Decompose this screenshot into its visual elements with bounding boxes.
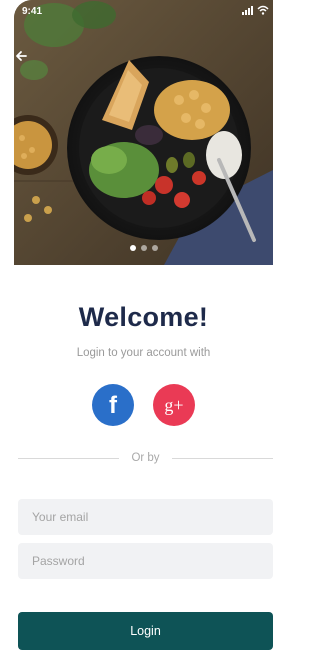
carousel-dot[interactable] [129, 245, 136, 251]
status-icons [242, 5, 269, 15]
food-photo [14, 0, 273, 265]
status-bar: 9:41 [14, 0, 273, 30]
hero-image: 9:41 [14, 0, 273, 265]
signal-icon [242, 6, 253, 15]
google-plus-login-button[interactable]: g+ [153, 384, 195, 426]
facebook-login-button[interactable]: f [92, 384, 134, 426]
page-subtitle: Login to your account with [76, 347, 211, 359]
password-field[interactable] [18, 543, 273, 579]
wifi-icon [257, 5, 269, 15]
carousel-dot[interactable] [140, 245, 147, 251]
or-divider: Or by [18, 451, 273, 465]
facebook-icon: f [109, 392, 117, 419]
login-screen: 9:41 Welcome! Login to your account with… [0, 0, 273, 665]
email-field[interactable] [18, 499, 273, 535]
carousel-dot[interactable] [151, 245, 158, 251]
back-arrow-icon[interactable] [14, 48, 30, 64]
carousel-indicator [14, 245, 273, 251]
login-button[interactable]: Login [18, 612, 273, 650]
divider-line [171, 457, 273, 459]
divider-line [18, 457, 120, 459]
status-time: 9:41 [22, 6, 43, 17]
social-login: f g+ [14, 384, 273, 426]
divider-label: Or by [131, 452, 160, 464]
google-plus-icon: g+ [164, 395, 184, 415]
page-title: Welcome! [78, 302, 209, 332]
